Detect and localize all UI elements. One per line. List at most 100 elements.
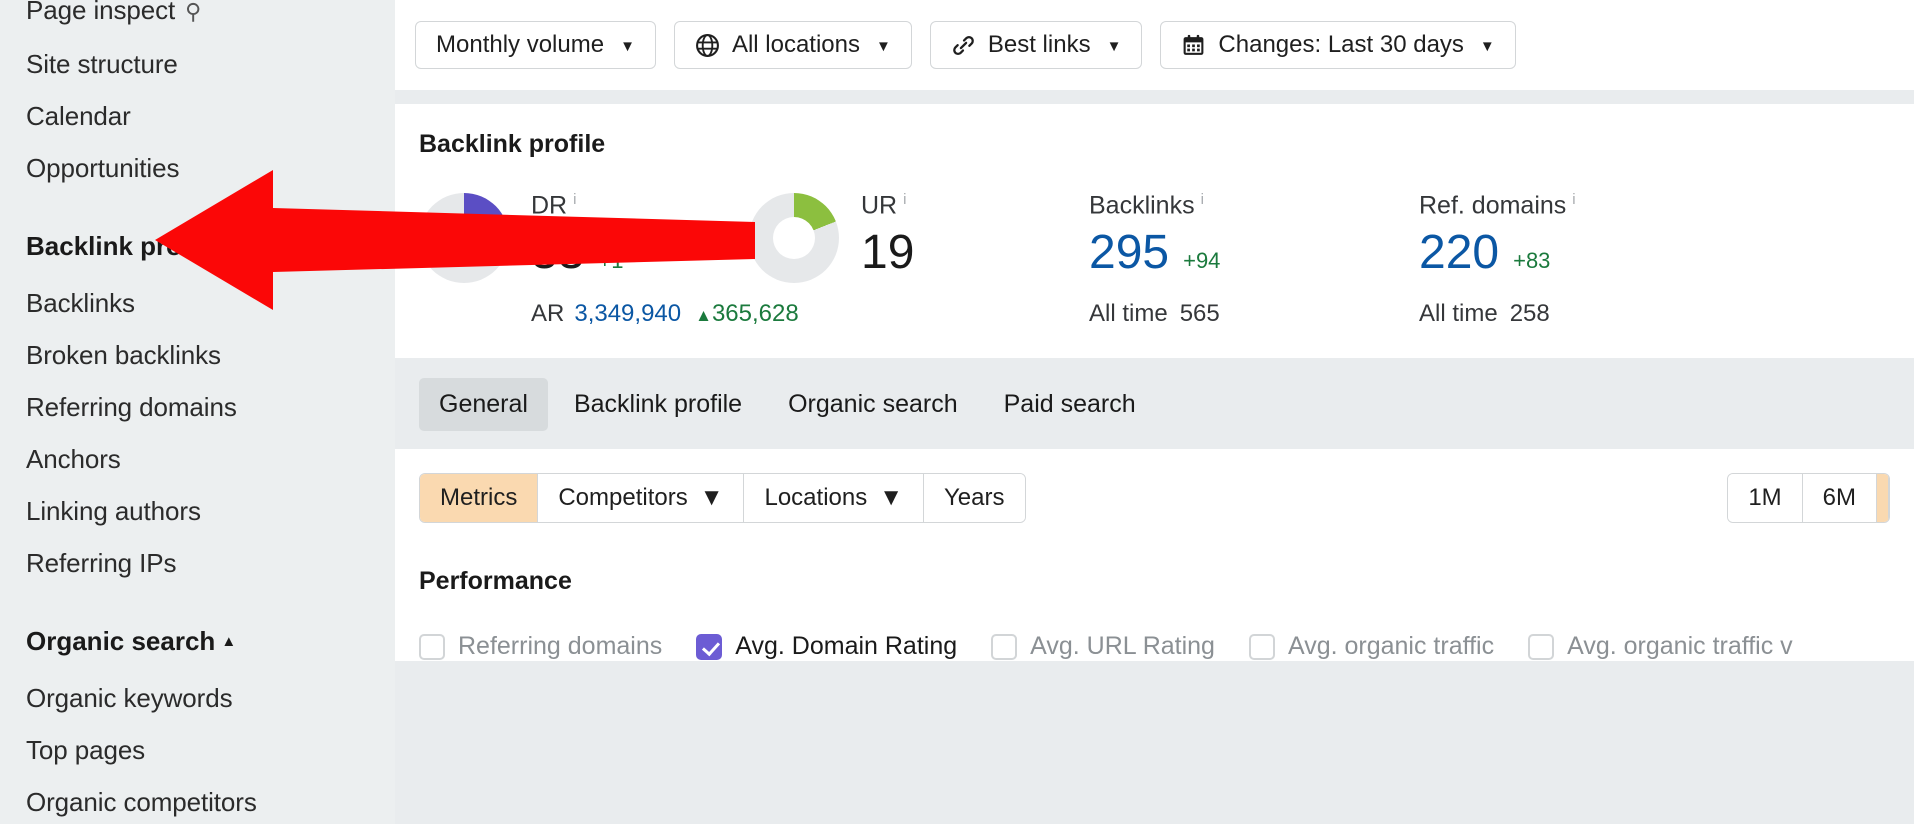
checkbox-label: Avg. organic traffic [1287, 632, 1495, 661]
seg-years[interactable]: Years [924, 474, 1025, 523]
tab-backlink-profile[interactable]: Backlink profile [554, 378, 762, 431]
metric-name: UR [861, 191, 898, 220]
info-icon[interactable]: i [1572, 191, 1575, 208]
sidebar-item-site-structure[interactable]: Site structure [26, 38, 395, 90]
checkbox-referring-domains[interactable]: Referring domains [419, 632, 662, 661]
chevron-down-icon: ▼ [620, 37, 635, 55]
seg-label: Years [944, 484, 1005, 512]
ar-value[interactable]: 3,349,940 [574, 300, 681, 327]
metric-label: Ref. domains i [1419, 185, 1749, 220]
filter-monthly-volume[interactable]: Monthly volume ▼ [415, 21, 656, 69]
ar-label: AR [531, 300, 565, 328]
checkbox-label: Referring domains [458, 632, 663, 661]
info-icon[interactable]: i [1201, 191, 1204, 208]
chevron-down-icon: ▼ [1479, 37, 1495, 55]
range-1m[interactable]: 1M [1728, 474, 1803, 523]
sidebar-item-opportunities[interactable]: Opportunities [26, 142, 395, 194]
app-root: Page inspect ⚲ Site structure Calendar Op… [0, 0, 1914, 824]
performance-checkbox-row: Referring domains Avg. Domain Rating Avg… [419, 632, 1890, 661]
checkbox-box[interactable] [419, 633, 445, 660]
info-icon[interactable]: i [573, 191, 576, 208]
seg-metrics[interactable]: Metrics [420, 474, 539, 523]
main-content: Monthly volume ▼ All locations ▼ Best li… [395, 0, 1914, 824]
chevron-down-icon: ▼ [876, 37, 891, 55]
checkbox-box[interactable] [1528, 633, 1555, 660]
filter-all-locations[interactable]: All locations ▼ [673, 21, 912, 69]
sidebar-item-organic-competitors[interactable]: Organic competitors [26, 776, 395, 824]
range-next-partial[interactable] [1877, 474, 1889, 523]
sidebar: Page inspect ⚲ Site structure Calendar Op… [0, 0, 395, 824]
card-title: Backlink profile [419, 130, 606, 158]
filter-toolbar: Monthly volume ▼ All locations ▼ Best li… [395, 0, 1914, 90]
link-icon [951, 33, 976, 58]
tab-general[interactable]: General [419, 378, 548, 432]
sidebar-group-organic-search[interactable]: Organic search ▲ [26, 615, 395, 672]
metric-backlinks: Backlinks i 295 +94 All time 565 [1089, 185, 1419, 328]
sidebar-item-calendar[interactable]: Calendar [26, 90, 395, 142]
section-tabs: General Backlink profile Organic search … [395, 358, 1914, 450]
tab-organic-search[interactable]: Organic search [768, 378, 978, 431]
checkbox-avg-domain-rating[interactable]: Avg. Domain Rating [696, 632, 957, 661]
seg-competitors[interactable]: Competitors ▼ [538, 474, 745, 523]
ur-donut-chart [749, 193, 839, 283]
metric-subrow-ar: AR 3,349,940 ▲365,628 [531, 300, 799, 328]
sidebar-group-label: Organic search [26, 626, 216, 656]
metric-value: 33 [531, 226, 585, 280]
metric-label: UR i [861, 185, 914, 220]
segment-control-range: 1M 6M [1727, 473, 1890, 524]
alltime-value: 258 [1509, 300, 1550, 328]
info-icon[interactable]: i [903, 191, 906, 208]
chevron-up-icon: ▲ [221, 633, 237, 650]
checkbox-box[interactable] [991, 633, 1018, 660]
seg-locations[interactable]: Locations ▼ [744, 474, 924, 523]
metric-delta: +83 [1513, 248, 1551, 274]
sidebar-item-linking-authors[interactable]: Linking authors [26, 485, 395, 537]
metric-name: DR [531, 191, 568, 220]
checkbox-avg-organic-traffic[interactable]: Avg. organic traffic [1248, 632, 1495, 661]
sidebar-item-broken-backlinks[interactable]: Broken backlinks [26, 329, 395, 381]
triangle-up-icon: ▲ [695, 306, 712, 326]
sidebar-item-organic-keywords[interactable]: Organic keywords [26, 672, 395, 724]
sidebar-item-top-pages[interactable]: Top pages [26, 724, 395, 776]
backlink-profile-card: Backlink profile DR i 33 +1 AR 3,349,940… [395, 104, 1914, 359]
metric-value-row: 19 [861, 226, 914, 280]
checkbox-avg-url-rating[interactable]: Avg. URL Rating [991, 632, 1215, 661]
calendar-icon [1181, 33, 1206, 58]
segment-row: Metrics Competitors ▼ Locations ▼ Years [419, 473, 1890, 524]
globe-icon [695, 33, 720, 58]
metrics-row: DR i 33 +1 AR 3,349,940 ▲365,628 UR i 19… [419, 185, 1890, 328]
metric-value: 19 [861, 226, 915, 280]
metric-delta: +94 [1183, 248, 1221, 274]
ar-delta-value: 365,628 [711, 300, 799, 328]
metric-name: Ref. domains [1419, 191, 1567, 220]
metric-value[interactable]: 295 [1089, 226, 1169, 280]
sidebar-item-anchors[interactable]: Anchors [26, 433, 395, 485]
metric-ur: UR i 19 [749, 185, 1089, 283]
sidebar-item-backlinks[interactable]: Backlinks [26, 277, 395, 329]
seg-label: Locations [764, 484, 868, 512]
alltime-value: 565 [1179, 300, 1220, 328]
filter-best-links[interactable]: Best links ▼ [929, 21, 1143, 69]
sidebar-item-label: Page inspect [26, 0, 176, 25]
filter-label: Changes: Last 30 days [1218, 31, 1464, 58]
checkbox-label: Avg. URL Rating [1030, 632, 1215, 661]
sidebar-item-page-inspect[interactable]: Page inspect ⚲ [26, 0, 395, 38]
sidebar-item-referring-ips[interactable]: Referring IPs [26, 537, 395, 589]
metric-label: Backlinks i [1089, 185, 1419, 220]
checkbox-box[interactable] [1248, 633, 1275, 660]
metric-name: Backlinks [1089, 191, 1195, 220]
chevron-up-icon: ▲ [225, 238, 241, 255]
sidebar-group-backlink-profile[interactable]: Backlink profile ▲ [26, 220, 395, 277]
chevron-down-icon: ▼ [879, 484, 903, 512]
tab-paid-search[interactable]: Paid search [984, 378, 1156, 431]
sidebar-item-referring-domains[interactable]: Referring domains [26, 381, 395, 433]
alltime-label: All time [1419, 300, 1498, 328]
range-6m[interactable]: 6M [1802, 474, 1877, 523]
filter-changes-date-range[interactable]: Changes: Last 30 days ▼ [1160, 21, 1516, 69]
metric-dr: DR i 33 +1 AR 3,349,940 ▲365,628 [419, 185, 799, 328]
chevron-down-icon: ▼ [1106, 37, 1122, 55]
checkbox-avg-organic-traffic-value[interactable]: Avg. organic traffic v [1528, 632, 1793, 661]
metric-value[interactable]: 220 [1419, 226, 1499, 280]
segment-control-left: Metrics Competitors ▼ Locations ▼ Years [419, 473, 1026, 524]
checkbox-box[interactable] [696, 633, 723, 660]
